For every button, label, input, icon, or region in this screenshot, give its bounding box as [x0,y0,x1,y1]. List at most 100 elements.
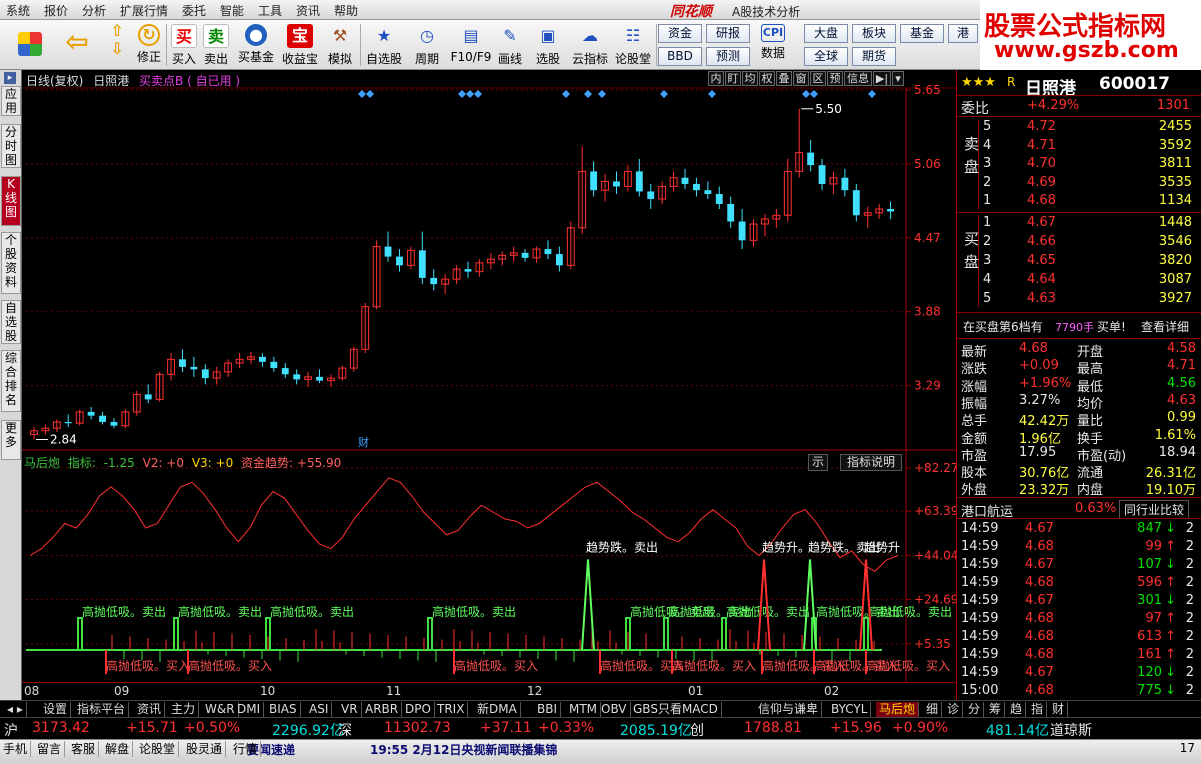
tool-inner[interactable]: 内 [708,71,724,86]
indicator-tab[interactable]: 分 [965,702,985,717]
period-button[interactable]: ◷ 周期 [408,20,446,70]
market-button[interactable]: 大盘 [804,24,848,43]
indicator-tab[interactable]: BYCYL [828,702,872,717]
menu-analysis[interactable]: 分析 [82,2,106,19]
global-button[interactable]: 全球 [804,47,848,66]
tab-intraday[interactable]: 分时图 [1,124,21,168]
tool-arrow-icon[interactable]: ▶| [873,71,891,86]
quote-row[interactable]: 涨幅 +1.96% 最低 4.56 [957,375,1201,395]
indicator-name[interactable]: 马后炮 [24,456,60,470]
tick-row[interactable]: 14:59 4.68 613 ↑ 2 [957,628,1201,646]
research-button[interactable]: 研报 [706,24,750,43]
bid-row[interactable]: 4 4.64 3087 [957,271,1201,289]
quote-row[interactable]: 金额 1.96亿 换手 1.61% [957,427,1201,447]
tool-overlay[interactable]: 叠 [776,71,792,86]
indicator-tab[interactable]: 细 [923,702,943,717]
tab-apps[interactable]: 应用 [1,86,21,116]
indicator-tab[interactable]: DPO [402,702,435,717]
indicator-tab[interactable]: 设置 [40,702,72,717]
indicator-tab[interactable]: BIAS [266,702,301,717]
tab-watchlist[interactable]: 自选股 [1,300,21,344]
indicator-tab[interactable]: 趋 [1007,702,1027,717]
tick-row[interactable]: 14:59 4.68 99 ↑ 2 [957,538,1201,556]
tab-ranking[interactable]: 综合排名 [1,350,21,412]
indicator-tab[interactable]: 诊 [944,702,964,717]
tick-row[interactable]: 14:59 4.67 107 ↓ 2 [957,556,1201,574]
tab-more[interactable]: 更多 [1,420,21,460]
bottom-bar-item[interactable]: 行情 [230,741,262,757]
tool-forecast[interactable]: 预 [827,71,843,86]
indicator-show-button[interactable]: 示 [808,454,828,471]
buy-button[interactable]: 买 买入 [168,20,200,70]
draw-button[interactable]: ✎ 画线 [494,20,526,70]
tick-row[interactable]: 14:59 4.67 847 ↓ 2 [957,520,1201,538]
ask-row[interactable]: 1 4.68 1134 [957,192,1201,210]
chart-area[interactable]: 5.65 5.06 4.47 3.88 3.29 5.50 2.84 财 +82.27 +63.3… [22,70,956,700]
indicator-tab[interactable]: OBV [598,702,631,717]
menu-system[interactable]: 系统 [6,2,30,19]
bottom-bar-item[interactable]: 论股堂 [136,741,180,757]
quote-row[interactable]: 外盘 23.32万 内盘 19.10万 [957,478,1201,498]
indicator-tab[interactable]: 信仰与谦卑 [755,702,823,717]
menu-tools[interactable]: 工具 [258,2,282,19]
ask-row[interactable]: 5 4.72 2455 [957,118,1201,136]
bottom-bar-item[interactable]: 客服 [68,741,100,757]
tick-row[interactable]: 14:59 4.67 301 ↓ 2 [957,592,1201,610]
collapse-icon[interactable]: ▸ [4,72,16,84]
menu-smart[interactable]: 智能 [220,2,244,19]
bid-row[interactable]: 3 4.65 3820 [957,252,1201,270]
tool-range[interactable]: 区 [810,71,826,86]
bottom-bar-item[interactable]: 留言 [34,741,66,757]
quote-row[interactable]: 振幅 3.27% 均价 4.63 [957,392,1201,412]
fund-button[interactable]: 基金 [900,24,944,43]
menu-info[interactable]: 资讯 [296,2,320,19]
ask-row[interactable]: 4 4.71 3592 [957,137,1201,155]
kline-chart[interactable]: 5.65 5.06 4.47 3.88 3.29 5.50 2.84 财 +82.27 +63.3… [22,70,956,682]
indicator-tab[interactable]: 马后炮 [876,702,920,717]
cloud-indicator-button[interactable]: ☁ 云指标 [570,20,610,70]
fund-flow-button[interactable]: 资金 [658,24,702,43]
menu-trade[interactable]: 委托 [182,2,206,19]
news-ticker[interactable]: 19:55 2月12日央视新闻联播集锦 [370,741,557,758]
buy-fund-button[interactable]: ● 买基金 [234,20,278,70]
bid-row[interactable]: 5 4.63 3927 [957,290,1201,308]
bbd-button[interactable]: BBD [658,47,702,66]
indicator-tab[interactable]: 指标平台 [74,702,130,717]
fix-button[interactable]: ↻ 修正 [134,20,164,70]
quote-row[interactable]: 市盈 17.95 市盈(动) 18.94 [957,444,1201,464]
back-button[interactable]: ⇦ [58,20,96,70]
tick-row[interactable]: 15:00 4.68 775 ↓ 2 [957,682,1201,700]
updown-button[interactable]: ⇧ ⇩ [102,20,132,70]
order-alert-row[interactable]: 在买盘第6档有 7790手 买单! 查看详细 [957,317,1201,335]
indicator-tab[interactable]: 新DMA [474,702,521,717]
f10-button[interactable]: ▤ F10/F9 [448,20,494,70]
stock-select-button[interactable]: ▣ 选股 [528,20,568,70]
indicator-tab[interactable]: 指 [1028,702,1048,717]
indicator-tab[interactable]: ASI [306,702,333,717]
bottom-bar-item[interactable]: 解盘 [102,741,134,757]
tab-profile[interactable]: 个股资料 [1,232,21,294]
tool-dropdown-icon[interactable]: ▾ [892,71,904,86]
sector-compare-button[interactable]: 同行业比较 [1119,500,1190,519]
tick-row[interactable]: 14:59 4.68 596 ↑ 2 [957,574,1201,592]
tab-kline[interactable]: K线图 [1,176,21,226]
indicator-tab[interactable]: MTM [566,702,602,717]
indicator-tab[interactable]: DMI [234,702,265,717]
quote-row[interactable]: 股本 30.76亿 流通 26.31亿 [957,461,1201,481]
indicator-tab[interactable]: ARBR [362,702,403,717]
forum-button[interactable]: ☷ 论股堂 [612,20,654,70]
indicator-tab[interactable]: GBS只看MACD [630,702,722,717]
tick-row[interactable]: 14:59 4.68 161 ↑ 2 [957,646,1201,664]
watchlist-button[interactable]: ★ 自选股 [362,20,406,70]
formula-title[interactable]: 买卖点B ( 自已用 ) [139,74,240,88]
quote-row[interactable]: 总手 42.42万 量比 0.99 [957,409,1201,429]
indicator-tab[interactable]: 筹 [986,702,1006,717]
order-detail-link[interactable]: 查看详细 [1141,318,1189,335]
profit-button[interactable]: 宝 收益宝 [280,20,320,70]
simulate-button[interactable]: ⚒ 模拟 [322,20,358,70]
tool-watch[interactable]: 盯 [725,71,741,86]
indicator-help-button[interactable]: 指标说明 [840,454,902,471]
menu-help[interactable]: 帮助 [334,2,358,19]
indicator-tab[interactable]: 资讯 [134,702,166,717]
layout-button[interactable] [10,20,50,70]
